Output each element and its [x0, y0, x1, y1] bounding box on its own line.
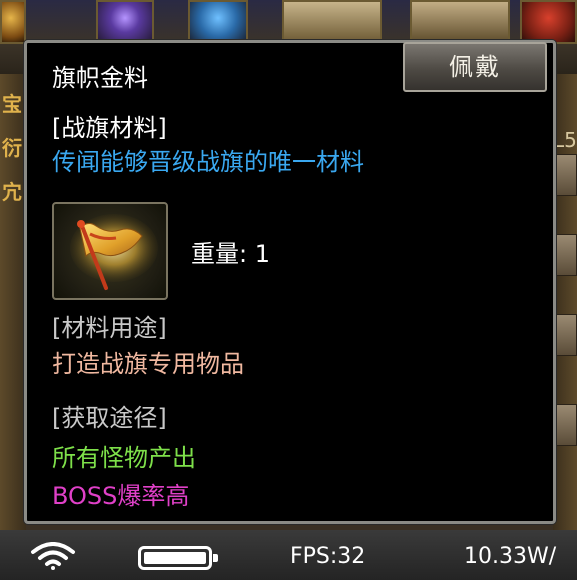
side-menu-glyph[interactable]: 宂 [2, 176, 22, 205]
wifi-icon [31, 542, 75, 570]
battery-fill [144, 552, 206, 564]
source-line: 所有怪物产出 [52, 444, 196, 472]
side-menu-glyph[interactable]: 衍 [2, 132, 22, 161]
right-edge-label: L5 [553, 128, 577, 152]
side-button[interactable] [553, 154, 577, 196]
wear-button[interactable]: 佩戴 [403, 42, 547, 92]
inventory-slot[interactable] [410, 0, 510, 44]
golden-flag-icon [70, 214, 158, 290]
battery-icon [138, 546, 218, 570]
side-menu-glyph[interactable]: 宝 [2, 88, 22, 117]
side-button[interactable] [553, 314, 577, 356]
status-bar: FPS:32 10.33W/ [0, 530, 577, 580]
use-value: 打造战旗专用物品 [52, 350, 244, 378]
use-heading: [材料用途] [52, 314, 167, 342]
side-button[interactable] [553, 234, 577, 276]
item-description: 传闻能够晋级战旗的唯一材料 [52, 148, 364, 176]
item-name: 旗帜金料 [52, 64, 148, 92]
right-side-panel: L5 [553, 74, 577, 530]
side-button[interactable] [553, 404, 577, 446]
item-icon-slot [52, 202, 168, 300]
network-speed: 10.33W/ [464, 544, 557, 569]
item-weight: 重量: 1 [191, 240, 270, 268]
inventory-slot[interactable] [188, 0, 248, 44]
fps-counter: FPS:32 [290, 544, 366, 569]
inventory-slot[interactable] [520, 0, 577, 44]
source-heading: [获取途径] [52, 404, 167, 432]
inventory-slot[interactable] [96, 0, 154, 44]
inventory-slot[interactable] [282, 0, 382, 44]
source-line: BOSS爆率高 [52, 482, 190, 510]
item-category: [战旗材料] [52, 114, 167, 142]
left-side-panel: 宝 衍 宂 [0, 74, 26, 530]
inventory-slot[interactable] [0, 0, 26, 44]
